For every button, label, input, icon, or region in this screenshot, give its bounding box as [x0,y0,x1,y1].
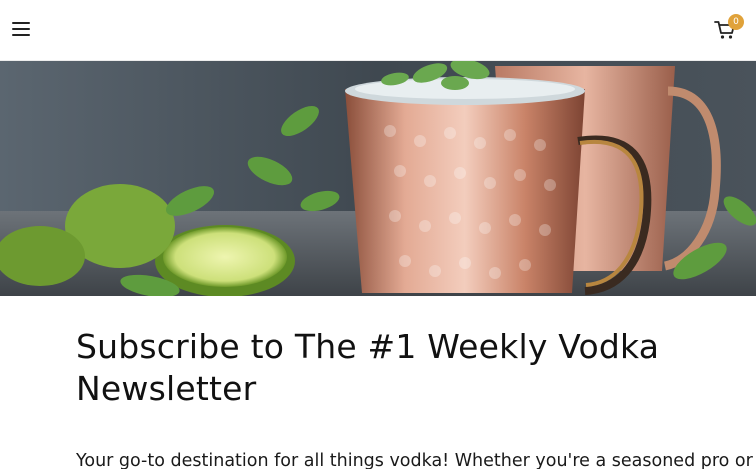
cart-count-badge: 0 [728,14,744,30]
intro-text: Your go-to destination for all things vo… [76,451,756,469]
main-content: Subscribe to The #1 Weekly Vodka Newslet… [76,326,756,469]
page-title: Subscribe to The #1 Weekly Vodka Newslet… [76,327,660,408]
site-header: 0 [0,0,756,61]
cart-button[interactable]: 0 [714,14,744,44]
hero-image [0,61,756,296]
hamburger-menu-icon[interactable] [12,19,34,39]
